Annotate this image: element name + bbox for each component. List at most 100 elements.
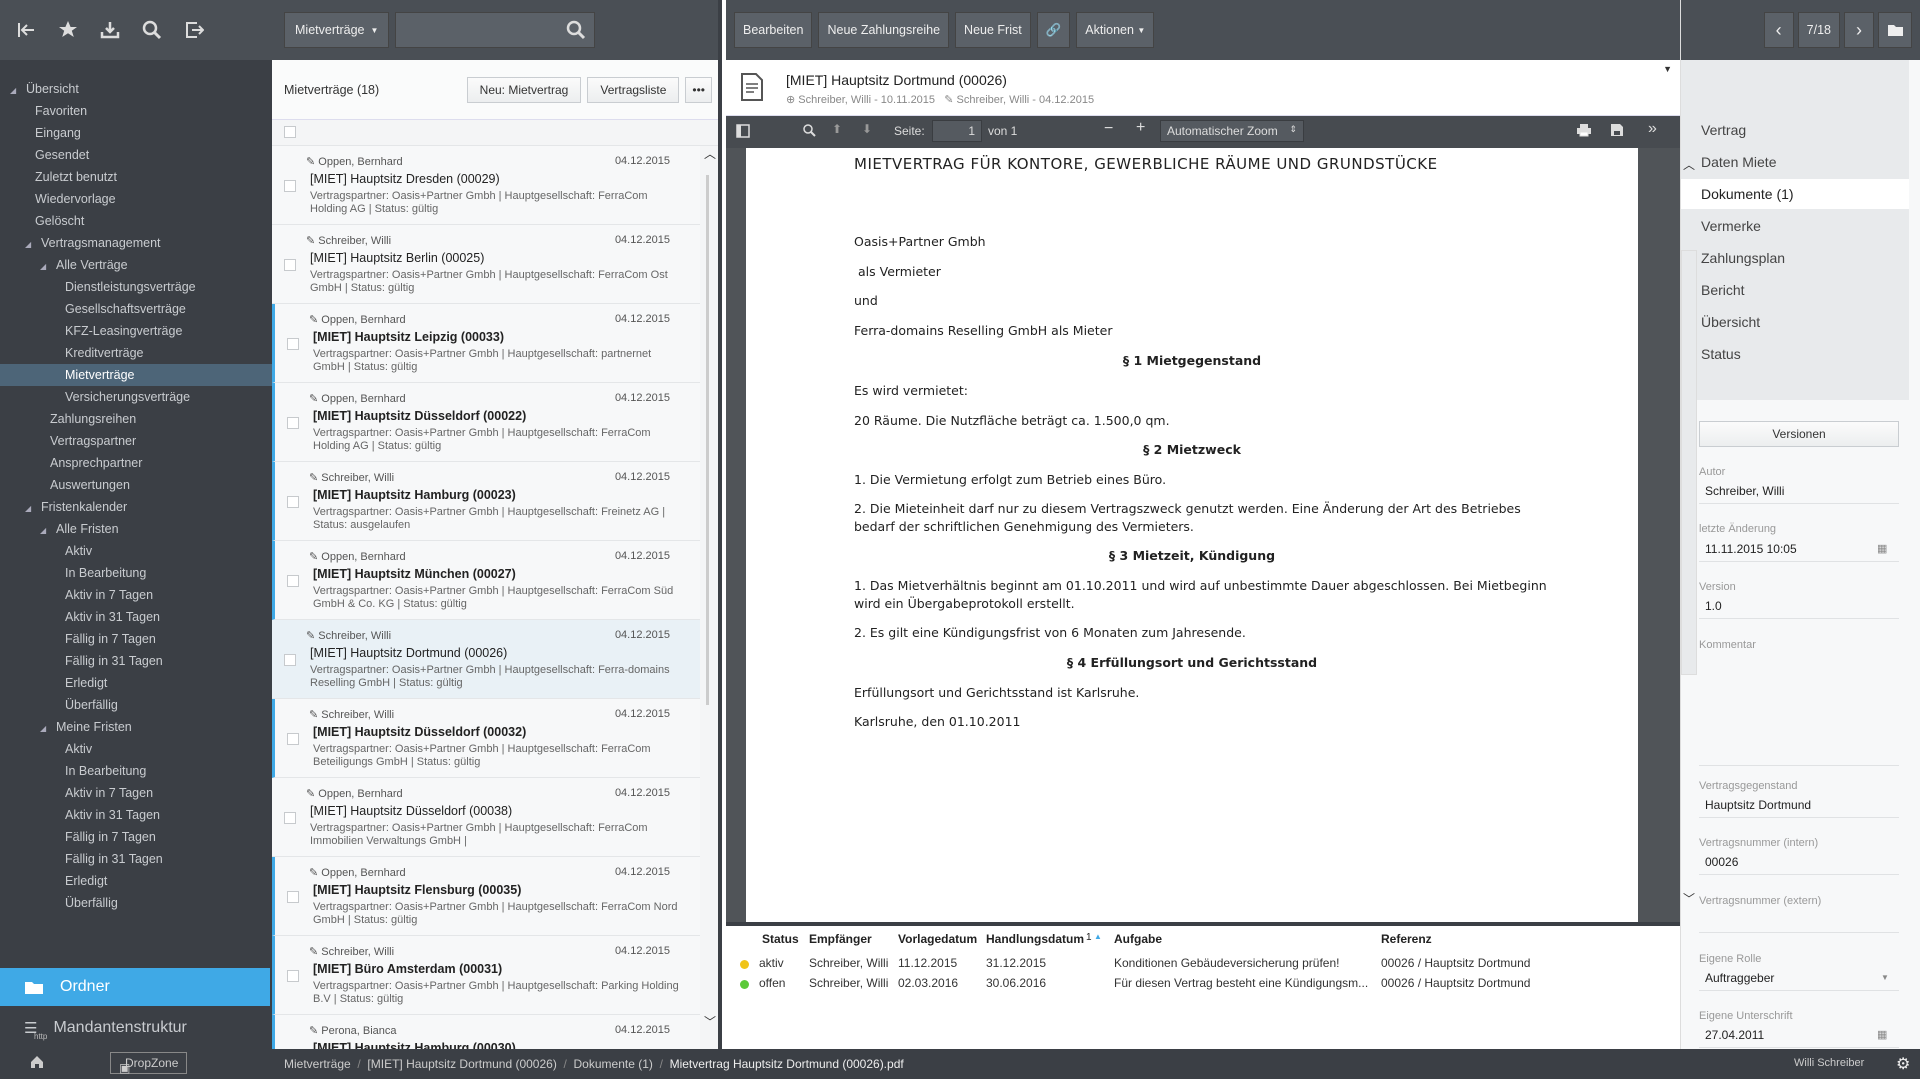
next-page-icon[interactable]: ⬇ [862,122,872,136]
menu-status[interactable]: Status [1701,346,1741,362]
menu-vertrag[interactable]: Vertrag [1701,122,1746,138]
row-checkbox[interactable] [287,417,299,429]
nr-extern-field[interactable] [1699,909,1899,933]
zoom-select[interactable]: Automatischer Zoom ⇕ [1160,120,1304,142]
tree-item[interactable]: Zuletzt benutzt [0,166,272,188]
col-empfaenger[interactable]: Empfänger [809,932,872,946]
details-scrollbar[interactable] [1681,250,1697,675]
contract-row[interactable]: ✎ Schreiber, Willi 04.12.2015 [MIET] Haupt… [272,699,700,778]
tree-item[interactable]: Überfällig [0,694,272,716]
list-scrollbar[interactable]: ︿ ﹀ [702,145,716,1045]
tree-item[interactable]: In Bearbeitung [0,760,272,782]
new-payment-series-button[interactable]: Neue Zahlungsreihe [818,12,950,48]
col-handlungsdatum[interactable]: Handlungsdatum [986,932,1084,946]
tree-item[interactable]: Zahlungsreihen [0,408,272,430]
tree-item[interactable]: Vertragspartner [0,430,272,452]
row-checkbox[interactable] [284,654,296,666]
row-checkbox[interactable] [287,338,299,350]
tree-item[interactable]: Erledigt [0,672,272,694]
sidebar-toggle-icon[interactable] [736,124,750,141]
rolle-select[interactable]: Auftraggeber [1699,967,1899,991]
contract-row[interactable]: ✎ Oppen, Bernhard 04.12.2015 [MIET] Haupts… [272,857,700,936]
row-checkbox[interactable] [284,180,296,192]
contract-row[interactable]: ✎ Oppen, Bernhard 04.12.2015 [MIET] Haupts… [272,383,700,462]
tree-item[interactable]: ◢ Fristenkalender [0,496,272,518]
unterschrift-field[interactable]: 27.04.2011 [1699,1024,1899,1048]
contract-row[interactable]: ✎ Oppen, Bernhard 04.12.2015 [MIET] Haupts… [272,778,700,857]
tree-item[interactable]: Aktiv in 7 Tagen [0,584,272,606]
nr-intern-field[interactable]: 00026 [1699,851,1899,875]
tools-icon[interactable]: » [1648,120,1657,138]
breadcrumb-item[interactable]: Mietverträge [284,1057,351,1071]
select-all-checkbox[interactable] [284,126,296,138]
tree-item[interactable]: Fällig in 7 Tagen [0,628,272,650]
tree-item[interactable]: ◢ Alle Verträge [0,254,272,276]
collapse-sidebar-icon[interactable] [14,18,38,42]
row-checkbox[interactable] [284,812,296,824]
search-icon[interactable] [566,20,586,43]
tree-item[interactable]: In Bearbeitung [0,562,272,584]
new-contract-button[interactable]: Neu: Mietvertrag [466,76,582,103]
tree-item[interactable]: Versicherungsverträge [0,386,272,408]
menu-uebersicht[interactable]: Übersicht [1701,314,1760,330]
menu-vermerke[interactable]: Vermerke [1701,218,1761,234]
contract-row[interactable]: ✎ Perona, Bianca 04.12.2015 [MIET] Hauptsi… [272,1015,700,1049]
menu-bericht[interactable]: Bericht [1701,282,1745,298]
contract-row[interactable]: ✎ Oppen, Bernhard 04.12.2015 [MIET] Haupts… [272,541,700,620]
tree-item[interactable]: Fällig in 31 Tagen [0,650,272,672]
scroll-up-icon[interactable]: ︿ [1683,156,1695,173]
tree-item[interactable]: Aktiv [0,540,272,562]
expand-triangle-icon[interactable]: ◢ [40,718,50,740]
contract-row[interactable]: ✎ Schreiber, Willi 04.12.2015 [MIET] Haupt… [272,620,700,699]
page-number-input[interactable]: 1 [932,120,982,142]
next-record-button[interactable]: › [1844,12,1874,48]
tree-item[interactable]: Favoriten [0,100,272,122]
tree-item[interactable]: Erledigt [0,870,272,892]
contract-list-button[interactable]: Vertragsliste [587,76,680,103]
export-icon[interactable] [182,18,206,42]
settings-gear-icon[interactable]: ⚙ [1896,1054,1910,1074]
contract-row[interactable]: ✎ Schreiber, Willi 04.12.2015 [MIET] Haupt… [272,462,700,541]
new-deadline-button[interactable]: Neue Frist [955,12,1031,48]
tree-item[interactable]: Dienstleistungsverträge [0,276,272,298]
calendar-icon[interactable]: ▦ [1877,542,1887,555]
home-icon[interactable] [30,1055,44,1072]
collapse-caret-icon[interactable]: ▼ [1663,64,1672,74]
contract-row[interactable]: ✎ Schreiber, Willi 04.12.2015 [MIET] Büro … [272,936,700,1015]
expand-triangle-icon[interactable]: ◢ [40,520,50,542]
scroll-up-icon[interactable]: ︿ [704,145,716,162]
tree-item[interactable]: Eingang [0,122,272,144]
star-icon[interactable] [56,18,80,42]
tree-item[interactable]: Gesellschaftsverträge [0,298,272,320]
dropzone-button[interactable]: ▣ DropZone [110,1052,188,1075]
row-checkbox[interactable] [287,970,299,982]
col-referenz[interactable]: Referenz [1381,932,1432,946]
contract-row[interactable]: ✎ Oppen, Bernhard 04.12.2015 [MIET] Haupts… [272,146,700,225]
tree-item[interactable]: ◢ Übersicht [0,78,272,100]
row-checkbox[interactable] [287,575,299,587]
ordner-section-button[interactable]: Ordner [0,968,270,1006]
menu-dokumente[interactable]: Dokumente (1) [1681,179,1909,209]
col-vorlagedatum[interactable]: Vorlagedatum [898,932,977,946]
tree-item[interactable]: Ansprechpartner [0,452,272,474]
tree-item[interactable]: Aktiv in 7 Tagen [0,782,272,804]
search-input[interactable] [395,12,596,48]
find-icon[interactable] [802,123,816,140]
expand-triangle-icon[interactable]: ◢ [25,234,35,256]
tree-item[interactable]: Fällig in 7 Tagen [0,826,272,848]
row-checkbox[interactable] [287,733,299,745]
tree-item[interactable]: ◢ Alle Fristen [0,518,272,540]
breadcrumb-item[interactable]: [MIET] Hauptsitz Dortmund (00026) [367,1057,556,1071]
menu-daten-miete[interactable]: Daten Miete [1701,154,1776,170]
save-icon[interactable] [1610,123,1624,140]
expand-triangle-icon[interactable]: ◢ [40,256,50,278]
breadcrumb-item[interactable]: Dokumente (1) [574,1057,653,1071]
expand-triangle-icon[interactable]: ◢ [25,498,35,520]
contract-row[interactable]: ✎ Oppen, Bernhard 04.12.2015 [MIET] Haupts… [272,304,700,383]
tree-item[interactable]: Überfällig [0,892,272,914]
kommentar-textarea[interactable] [1699,652,1899,766]
row-checkbox[interactable] [284,259,296,271]
edit-button[interactable]: Bearbeiten [734,12,813,48]
contract-row[interactable]: ✎ Schreiber, Willi 04.12.2015 [MIET] Haupt… [272,225,700,304]
expand-triangle-icon[interactable]: ◢ [10,80,20,102]
